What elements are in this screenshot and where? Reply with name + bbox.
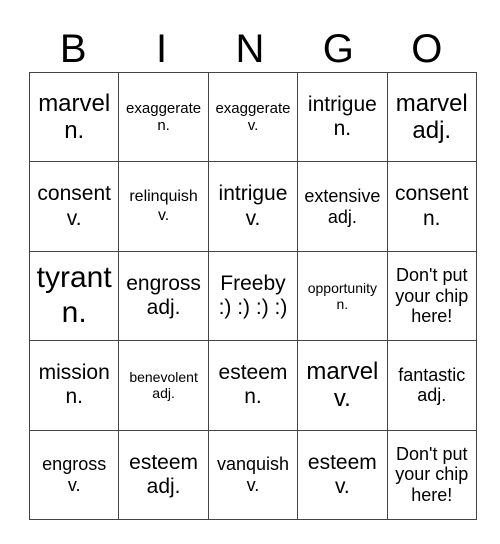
bingo-card: marvel n. exaggerate n. exaggerate v. intri… bbox=[28, 71, 477, 520]
cell-part-of-speech: n. bbox=[333, 117, 352, 141]
bingo-cell[interactable]: esteem adj. bbox=[118, 429, 209, 520]
cell-part-of-speech: v. bbox=[246, 474, 260, 495]
bingo-cell[interactable]: extensive adj. bbox=[297, 161, 388, 252]
cell-part-of-speech: v. bbox=[245, 206, 261, 230]
bingo-cell[interactable]: intrigue v. bbox=[207, 161, 299, 252]
bingo-cell[interactable]: fantastic adj. bbox=[386, 340, 477, 431]
cell-part-of-speech: n. bbox=[65, 385, 83, 409]
cell-word: esteem bbox=[218, 361, 288, 385]
header-letter-o: O bbox=[411, 27, 443, 71]
bingo-cell[interactable]: benevolent adj. bbox=[118, 340, 209, 431]
no-chip-cell[interactable]: Don't put your chip here! bbox=[386, 429, 477, 520]
free-space-cell[interactable]: Freeby:) :) :) :) bbox=[207, 250, 299, 342]
cell-word: exaggerate bbox=[215, 99, 291, 117]
cell-word: fantastic bbox=[398, 364, 466, 385]
bingo-cell[interactable]: engross v. bbox=[28, 429, 120, 520]
cell-part-of-speech: v. bbox=[66, 206, 82, 230]
cell-word: marvel bbox=[395, 89, 468, 117]
cell-part-of-speech: v. bbox=[247, 117, 259, 135]
cell-part-of-speech: adj. bbox=[146, 474, 181, 498]
cell-word: marvel bbox=[38, 89, 111, 117]
bingo-cell[interactable]: marvel v. bbox=[297, 340, 388, 431]
cell-word: benevolent bbox=[129, 369, 198, 386]
cell-word: relinquish bbox=[129, 188, 198, 206]
cell-part-of-speech: adj. bbox=[146, 295, 181, 319]
cell-word: extensive bbox=[304, 185, 381, 206]
cell-part-of-speech: n. bbox=[336, 295, 349, 312]
cell-word: intrigue bbox=[218, 182, 288, 206]
cell-word: consent bbox=[394, 182, 469, 206]
cell-note: Don't put your chip here! bbox=[395, 264, 469, 327]
bingo-row: consent v. relinquish v. intrigue v. extens… bbox=[28, 161, 477, 252]
cell-part-of-speech: n. bbox=[157, 117, 170, 135]
header-letter-i: I bbox=[156, 27, 168, 71]
bingo-header: B I N G O bbox=[29, 26, 471, 72]
cell-part-of-speech: v. bbox=[67, 474, 81, 495]
bingo-cell[interactable]: engross adj. bbox=[118, 250, 209, 342]
bingo-row: tyrant n. engross adj. Freeby:) :) :) :) o… bbox=[28, 250, 477, 342]
bingo-cell[interactable]: marvel adj. bbox=[386, 71, 477, 163]
cell-word: esteem bbox=[307, 450, 377, 474]
cell-word: vanquish bbox=[216, 454, 289, 475]
cell-word: consent bbox=[37, 182, 111, 206]
cell-part-of-speech: adj. bbox=[412, 117, 452, 145]
cell-part-of-speech: n. bbox=[64, 117, 85, 145]
cell-word: tyrant bbox=[36, 261, 112, 295]
cell-word: engross bbox=[126, 271, 201, 295]
bingo-cell[interactable]: relinquish v. bbox=[118, 161, 209, 252]
bingo-cell[interactable]: exaggerate n. bbox=[118, 71, 209, 163]
bingo-row: engross v. esteem adj. vanquish v. esteem v.… bbox=[28, 429, 477, 520]
cell-word: exaggerate bbox=[126, 99, 202, 117]
cell-part-of-speech: adj. bbox=[327, 206, 357, 227]
bingo-cell[interactable]: exaggerate v. bbox=[207, 71, 299, 163]
cell-part-of-speech: n. bbox=[423, 206, 441, 230]
bingo-cell[interactable]: tyrant n. bbox=[28, 250, 120, 342]
header-letter-g: G bbox=[322, 27, 354, 71]
bingo-cell[interactable]: opportunity n. bbox=[297, 250, 388, 342]
cell-part-of-speech: v. bbox=[157, 206, 170, 224]
cell-word: Freeby bbox=[220, 271, 286, 295]
bingo-row: mission n. benevolent adj. esteem n. marvel… bbox=[28, 340, 477, 431]
cell-part-of-speech: v. bbox=[334, 474, 350, 498]
bingo-cell[interactable]: consent v. bbox=[28, 161, 120, 252]
cell-part-of-speech: adj. bbox=[417, 385, 447, 406]
bingo-cell[interactable]: vanquish v. bbox=[207, 429, 299, 520]
no-chip-cell[interactable]: Don't put your chip here! bbox=[386, 250, 477, 342]
bingo-cell[interactable]: consent n. bbox=[386, 161, 477, 252]
bingo-cell[interactable]: esteem n. bbox=[207, 340, 299, 431]
bingo-cell[interactable]: mission n. bbox=[28, 340, 120, 431]
bingo-cell[interactable]: esteem v. bbox=[297, 429, 388, 520]
header-letter-b: B bbox=[59, 27, 87, 71]
cell-part-of-speech: v. bbox=[333, 385, 351, 413]
bingo-row: marvel n. exaggerate n. exaggerate v. intri… bbox=[28, 71, 477, 163]
cell-smileys: :) :) :) :) bbox=[218, 295, 288, 319]
cell-part-of-speech: n. bbox=[244, 385, 262, 409]
cell-word: esteem bbox=[129, 450, 199, 474]
bingo-cell[interactable]: intrigue n. bbox=[297, 71, 388, 163]
cell-part-of-speech: adj. bbox=[152, 385, 175, 402]
cell-word: mission bbox=[38, 361, 110, 385]
cell-word: engross bbox=[42, 454, 107, 475]
header-letter-n: N bbox=[235, 27, 265, 71]
cell-note: Don't put your chip here! bbox=[395, 443, 469, 506]
cell-word: intrigue bbox=[307, 93, 377, 117]
cell-part-of-speech: n. bbox=[61, 295, 87, 329]
cell-word: marvel bbox=[306, 357, 379, 385]
bingo-cell[interactable]: marvel n. bbox=[28, 71, 120, 163]
cell-word: opportunity bbox=[307, 279, 377, 296]
